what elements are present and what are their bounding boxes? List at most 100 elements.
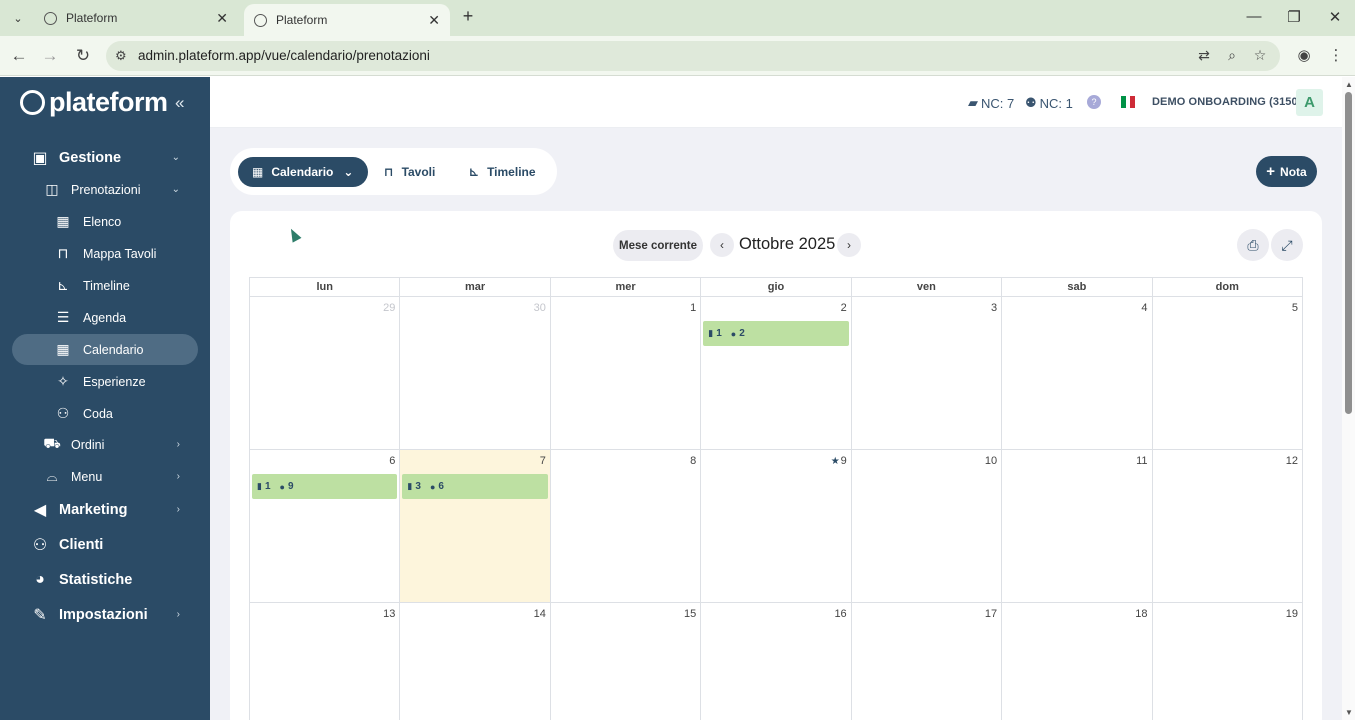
calendar-day[interactable]: 13 bbox=[250, 603, 401, 720]
new-tab-icon[interactable]: + bbox=[458, 6, 478, 27]
back-icon[interactable]: ← bbox=[7, 44, 31, 68]
current-month-button[interactable]: Mese corrente bbox=[613, 230, 703, 261]
reservation-event[interactable]: ▮ 1 ● 9 bbox=[252, 474, 398, 499]
sidebar-item-calendario[interactable]: ▦ Calendario bbox=[12, 334, 198, 365]
sidebar-item-label: Prenotazioni bbox=[71, 182, 141, 197]
url-text: admin.plateform.app/vue/calendario/preno… bbox=[138, 48, 430, 63]
calendar-day[interactable]: 4 bbox=[1002, 297, 1153, 449]
day-number: 17 bbox=[984, 608, 998, 620]
chevron-down-icon: ⌄ bbox=[171, 152, 180, 163]
prev-month-button[interactable]: ‹ bbox=[710, 233, 734, 257]
reservation-event[interactable]: ▮ 3 ● 6 bbox=[402, 474, 548, 499]
calendar-day[interactable]: 16 bbox=[701, 603, 852, 720]
close-tab-icon[interactable]: ✕ bbox=[216, 10, 228, 27]
view-timeline-button[interactable]: ⊾ Timeline bbox=[469, 157, 536, 187]
sidebar-item-statistiche[interactable]: ◕ Statistiche bbox=[12, 564, 198, 595]
calendar-day[interactable]: 12 bbox=[1153, 450, 1303, 602]
calendar-day[interactable]: 6 ▮ 1 ● 9 bbox=[250, 450, 401, 602]
calendar-day[interactable]: 8 bbox=[551, 450, 702, 602]
calendar-day[interactable]: 19 bbox=[1153, 603, 1303, 720]
view-label: Calendario bbox=[271, 165, 334, 179]
sidebar-item-menu[interactable]: ⌓ Menu › bbox=[12, 461, 198, 492]
day-number: 5 bbox=[1291, 302, 1298, 314]
wrench-icon: ✎ bbox=[33, 606, 47, 624]
calendar-day-today[interactable]: 7 ▮ 3 ● 6 bbox=[400, 450, 551, 602]
day-number: 4 bbox=[1141, 302, 1148, 314]
megaphone-icon: ◀ bbox=[33, 501, 47, 519]
sidebar-item-elenco[interactable]: ▦ Elenco bbox=[12, 206, 198, 237]
zoom-icon[interactable]: ⌕ bbox=[1222, 47, 1242, 64]
fullscreen-button[interactable]: ⤢ bbox=[1271, 229, 1303, 261]
weekday-label: lun bbox=[250, 278, 401, 296]
more-menu-icon[interactable]: ⋮ bbox=[1326, 46, 1346, 64]
scrollbar-thumb[interactable] bbox=[1345, 92, 1352, 414]
weekday-label: sab bbox=[1002, 278, 1153, 296]
reservation-event[interactable]: ▮ 1 ● 2 bbox=[703, 321, 849, 346]
account-name[interactable]: DEMO ONBOARDING (3150) bbox=[1152, 96, 1302, 108]
browser-tab-1[interactable]: Plateform ✕ bbox=[34, 4, 238, 32]
calendar-day[interactable]: 5 bbox=[1153, 297, 1303, 449]
restore-icon[interactable]: ❐ bbox=[1284, 8, 1304, 26]
calendar-grid: 29 30 1 2 ▮ 1 ● 2 3 4 5 6 ▮ 1 ● 9 7 ▮ 3 … bbox=[249, 297, 1303, 720]
day-number: 2 bbox=[840, 302, 847, 314]
bookings-count: 1 bbox=[264, 481, 271, 492]
sidebar-item-mappa-tavoli[interactable]: ⊓ Mappa Tavoli bbox=[12, 238, 198, 269]
calendar-day[interactable]: 14 bbox=[400, 603, 551, 720]
translate-icon[interactable]: ⇄ bbox=[1194, 47, 1214, 64]
chair-icon: ⊓ bbox=[57, 245, 69, 261]
reload-icon[interactable]: ↻ bbox=[71, 44, 95, 68]
view-calendario-button[interactable]: ▦ Calendario ⌄ bbox=[238, 157, 368, 187]
add-nota-button[interactable]: + Nota bbox=[1256, 156, 1317, 187]
sidebar-item-label: Gestione bbox=[59, 149, 122, 166]
close-window-icon[interactable]: ✕ bbox=[1325, 8, 1345, 26]
nc-staff-badge[interactable]: ⚉ NC: 1 bbox=[1025, 95, 1073, 111]
queue-icon: ⚇ bbox=[56, 405, 70, 421]
day-number: 12 bbox=[1285, 455, 1298, 467]
sidebar-item-coda[interactable]: ⚇ Coda bbox=[12, 398, 198, 429]
next-month-button[interactable]: › bbox=[837, 233, 861, 257]
calendar-day[interactable]: 29 bbox=[250, 297, 401, 449]
day-number: 10 bbox=[984, 455, 998, 467]
profile-icon[interactable]: ◉ bbox=[1294, 46, 1314, 64]
sidebar-item-impostazioni[interactable]: ✎ Impostazioni › bbox=[12, 599, 198, 630]
calendar-day[interactable]: ★ 9 bbox=[701, 450, 852, 602]
bookmark-star-icon[interactable]: ☆ bbox=[1250, 47, 1270, 64]
sidebar-item-ordini[interactable]: ⛟ Ordini › bbox=[12, 429, 198, 460]
calendar-day[interactable]: 11 bbox=[1002, 450, 1153, 602]
calendar-day[interactable]: 3 bbox=[852, 297, 1003, 449]
bookings-count: 1 bbox=[716, 328, 722, 339]
sidebar-item-clienti[interactable]: ⚇ Clienti bbox=[12, 529, 198, 560]
help-icon[interactable]: ? bbox=[1087, 95, 1101, 109]
minimize-icon[interactable]: — bbox=[1244, 8, 1264, 25]
tab-search-icon[interactable]: ⌄ bbox=[7, 7, 29, 29]
calendar-day[interactable]: 30 bbox=[400, 297, 551, 449]
calendar-day[interactable]: 15 bbox=[551, 603, 702, 720]
address-bar[interactable]: ⚙ admin.plateform.app/vue/calendario/pre… bbox=[106, 41, 1280, 71]
scroll-down-arrow[interactable]: ▼ bbox=[1345, 708, 1353, 717]
calendar-day[interactable]: 2 ▮ 1 ● 2 bbox=[701, 297, 852, 449]
sidebar-item-agenda[interactable]: ☰ Agenda bbox=[12, 302, 198, 333]
close-tab-icon[interactable]: ✕ bbox=[428, 12, 440, 29]
calendar-day[interactable]: 1 bbox=[551, 297, 702, 449]
forward-icon[interactable]: → bbox=[38, 44, 62, 68]
avatar[interactable]: A bbox=[1296, 89, 1323, 116]
browser-tab-2[interactable]: Plateform ✕ bbox=[244, 4, 450, 36]
calendar-day[interactable]: 18 bbox=[1002, 603, 1153, 720]
calendar-day[interactable]: 10 bbox=[852, 450, 1003, 602]
nota-label: Nota bbox=[1280, 164, 1307, 179]
chevron-right-icon: › bbox=[176, 504, 180, 515]
print-button[interactable]: ⎙ bbox=[1237, 229, 1269, 261]
site-settings-icon[interactable]: ⚙ bbox=[115, 48, 127, 64]
sidebar-item-esperienze[interactable]: ✧ Esperienze bbox=[12, 366, 198, 397]
italian-flag-icon[interactable] bbox=[1121, 96, 1136, 108]
sidebar-item-prenotazioni[interactable]: ◫ Prenotazioni ⌄ bbox=[12, 174, 198, 205]
logo[interactable]: plateform bbox=[20, 87, 168, 118]
view-tavoli-button[interactable]: ⊓ Tavoli bbox=[384, 157, 435, 187]
sidebar-item-marketing[interactable]: ◀ Marketing › bbox=[12, 494, 198, 525]
calendar-day[interactable]: 17 bbox=[852, 603, 1003, 720]
sidebar-item-timeline[interactable]: ⊾ Timeline bbox=[12, 270, 198, 301]
scroll-up-arrow[interactable]: ▲ bbox=[1345, 80, 1353, 89]
sidebar-item-gestione[interactable]: ▣ Gestione ⌄ bbox=[12, 142, 198, 173]
collapse-sidebar-icon[interactable]: « bbox=[175, 93, 184, 113]
nc-reservations-badge[interactable]: ▰ NC: 7 bbox=[968, 95, 1014, 111]
